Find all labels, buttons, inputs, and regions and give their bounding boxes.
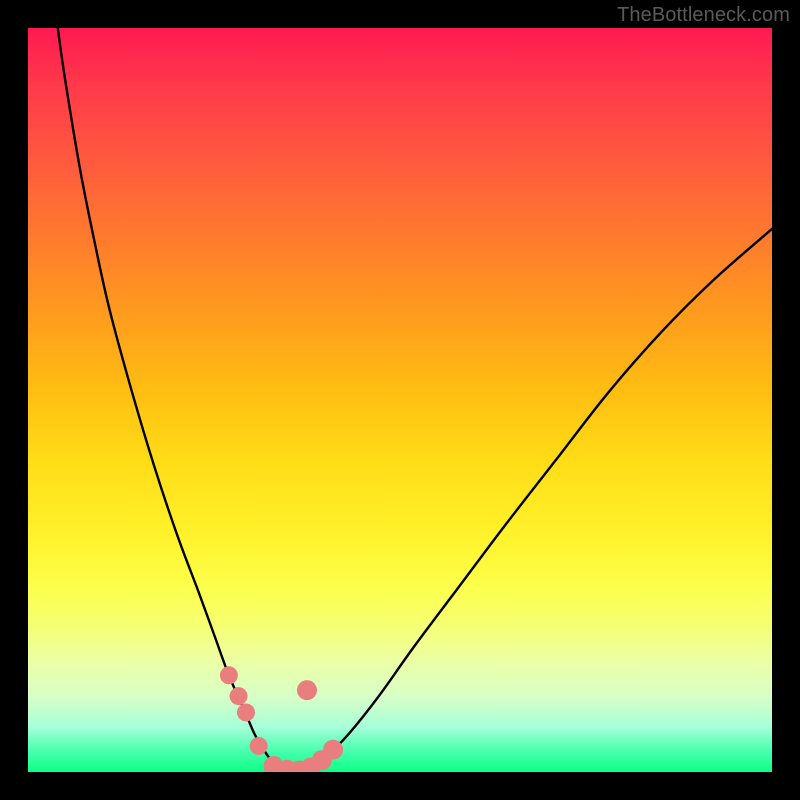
marker-dot — [237, 703, 255, 721]
marker-dot — [250, 737, 268, 755]
marker-dot — [230, 687, 248, 705]
marker-dot — [220, 666, 238, 684]
chart-overlay — [28, 28, 772, 772]
marker-dot — [297, 680, 317, 700]
plot-area — [28, 28, 772, 772]
marker-dot — [323, 740, 343, 760]
attribution-text: TheBottleneck.com — [617, 4, 790, 27]
markers-group — [220, 666, 343, 772]
curves-group — [58, 28, 772, 768]
right-curve — [311, 229, 772, 768]
chart-frame: TheBottleneck.com — [0, 0, 800, 800]
left-curve — [58, 28, 277, 768]
